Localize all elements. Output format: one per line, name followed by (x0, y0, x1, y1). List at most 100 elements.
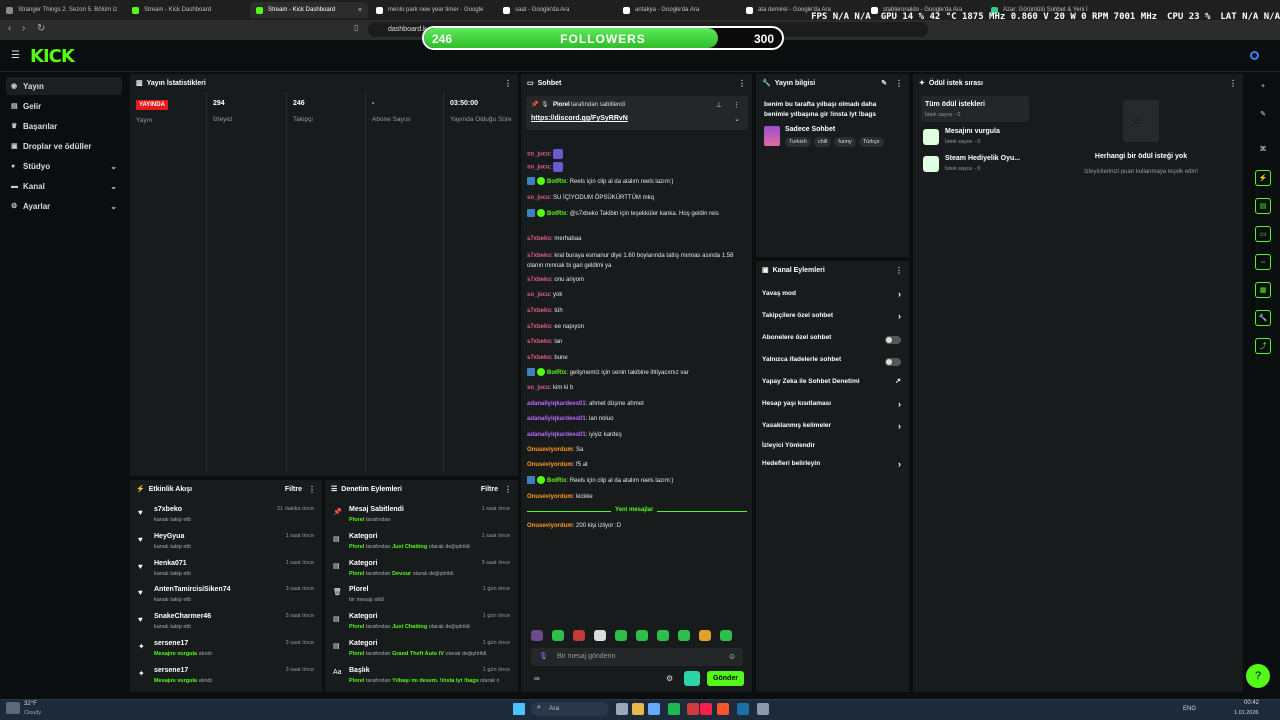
back-icon[interactable]: ‹ (8, 23, 11, 34)
sidebar-item-2[interactable]: ▤ Gelir (6, 97, 122, 115)
chat-message[interactable]: adanaliyiqkardees01: lan noluo (527, 414, 743, 424)
emote-icon[interactable] (720, 630, 732, 641)
emoji-icon[interactable]: ☺ (728, 652, 736, 661)
chat-username[interactable]: s7xbeko (527, 324, 551, 330)
reload-icon[interactable]: ↻ (37, 23, 45, 34)
channel-action-item[interactable]: Yapay Zeka ile Sohbet Denetimi ↗ (762, 378, 903, 392)
moderation-item[interactable]: ▤ Kategori Plorel tarafından Devour olarak… (333, 559, 512, 585)
stream-tag[interactable]: chill (813, 137, 832, 147)
brave-icon[interactable] (717, 703, 729, 715)
file-explorer-icon[interactable] (632, 703, 644, 715)
chevron-right-icon[interactable]: › (898, 399, 901, 409)
chevron-down-icon[interactable]: ⌄ (734, 115, 740, 123)
browser-tab[interactable]: Stream - Kick Dashboard (126, 2, 246, 18)
channel-action-item[interactable]: İzleyici Yönlendir (762, 442, 903, 456)
browser-icon[interactable] (687, 703, 699, 715)
chat-username[interactable]: s7xbeko (527, 308, 551, 314)
stream-tag[interactable]: Turkish (785, 137, 811, 147)
emote-icon[interactable] (552, 630, 564, 641)
emote-icon[interactable] (657, 630, 669, 641)
chat-message[interactable]: Onuseviyordum: Sa (527, 445, 743, 455)
browser-tab[interactable]: saat - Google'da Ara (497, 2, 613, 18)
all-rewards-item[interactable]: Tüm ödül istekleri İstek sayısı - 0 (921, 96, 1029, 122)
steam-icon[interactable] (737, 703, 749, 715)
sidebar-item-3[interactable]: ♛ Başarılar (6, 117, 122, 135)
chat-username[interactable]: BotRix (547, 370, 566, 376)
chat-message-last[interactable]: Onuseviyordum: 200 kişi izliyor :D (527, 521, 743, 531)
activity-username[interactable]: Henka071 (154, 560, 187, 567)
sidebar-item-4[interactable]: ▣ Droplar ve ödüller (6, 137, 122, 155)
chat-message[interactable]: s7xbeko: ee napıyon (527, 322, 743, 332)
send-button[interactable]: Gönder (707, 671, 744, 686)
moderation-item[interactable]: 🗑 Plorel bir mesajı sildi 1 gün önce (333, 585, 512, 611)
activity-item[interactable]: ♥ s7xbeko kanalı takip etti 21 dakika önce (138, 505, 316, 531)
chat-username[interactable]: Onuseviyordum (527, 523, 573, 529)
opera-gx-icon[interactable] (700, 703, 712, 715)
rail-bolt-icon[interactable]: ⚡ (1255, 170, 1271, 186)
chat-message[interactable]: Onuseviyordum: f5 at (527, 460, 743, 470)
chat-message[interactable]: s7xbeko: onu ariyom (527, 275, 743, 285)
rail-add-icon[interactable]: + (1255, 79, 1271, 95)
points-icon[interactable]: ∞ (534, 674, 540, 683)
chat-username[interactable]: BotRix (547, 211, 566, 217)
chat-message[interactable]: BotRix: @s7xbeko Takibin için teşekküler… (527, 209, 743, 219)
emote-icon[interactable] (573, 630, 585, 641)
chat-message[interactable]: BotRix: gelişmemiz için senin takibine i… (527, 368, 743, 378)
pinned-menu-icon[interactable]: ⋮ (733, 101, 740, 109)
chat-message[interactable]: so_jucu: SU İÇİYODUM ÖPSÜKÜRTTÜM mkq (527, 193, 743, 203)
external-link-icon[interactable]: ↗ (895, 377, 901, 385)
chat-message[interactable]: so_jucu: yok (527, 290, 743, 300)
moderation-menu-icon[interactable]: ⋮ (504, 485, 512, 494)
chat-message[interactable]: s7xbeko: kral buraya esmanur diye 1.60 b… (527, 251, 743, 271)
activity-item[interactable]: ✦ sersene17 Mesajını vurgula alındı 3 saat … (138, 666, 316, 692)
kick-bot-icon[interactable] (684, 671, 700, 686)
browser-tab[interactable]: Stream - Kick Dashboard × (250, 2, 368, 18)
activity-username[interactable]: AntenTamircisiSiken74 (154, 586, 231, 593)
stats-menu-icon[interactable]: ⋮ (504, 79, 512, 88)
emote-icon[interactable] (615, 630, 627, 641)
chat-username[interactable]: so_jucu (527, 292, 550, 298)
activity-filter-button[interactable]: Filtre (285, 486, 302, 493)
moderator-name[interactable]: Plorel (349, 651, 364, 657)
activity-username[interactable]: s7xbeko (154, 506, 182, 513)
channel-action-item[interactable]: Yavaş mod › (762, 289, 903, 304)
chat-message[interactable]: BotRix: Reels için clip al da atalım ree… (527, 177, 743, 187)
chat-username[interactable]: s7xbeko (527, 236, 551, 242)
chat-message[interactable]: so_jucu: kim ki b (527, 383, 743, 393)
chat-username[interactable]: so_jucu (527, 385, 550, 391)
channel-action-item[interactable]: Takipçilere özel sohbet › (762, 311, 903, 326)
reward-item[interactable]: Steam Hediyelik Oyu... İstek sayısı - 0 (921, 153, 1031, 177)
tab-close-icon[interactable]: × (358, 7, 362, 14)
chat-username[interactable]: Onuseviyordum (527, 462, 573, 468)
chat-username[interactable]: so_jucu (527, 195, 550, 201)
chat-username[interactable]: BotRix (547, 478, 566, 484)
moderation-item[interactable]: 📌 Mesaj Sabitlendi Plorel tarafından 1 saat… (333, 505, 512, 531)
sidebar-item-6[interactable]: ▬ Kanal ⌄ (6, 177, 122, 195)
chat-message[interactable]: so_jucu: (527, 149, 743, 160)
moderator-name[interactable]: Plorel (349, 678, 364, 684)
chevron-right-icon[interactable]: › (898, 421, 901, 431)
reward-menu-icon[interactable]: ⋮ (1229, 79, 1237, 88)
activity-username[interactable]: SnakeCharmer46 (154, 613, 211, 620)
chat-username[interactable]: adanaliyiqkardees01 (527, 432, 586, 438)
toggle-switch[interactable] (885, 336, 901, 344)
stream-info-menu-icon[interactable]: ⋮ (895, 79, 903, 88)
moderator-name[interactable]: Plorel (349, 624, 364, 630)
emote-icon[interactable] (636, 630, 648, 641)
activity-username[interactable]: HeyGyua (154, 533, 184, 540)
activity-item[interactable]: ♥ SnakeCharmer46 kanalı takip etti 3 saat ö… (138, 612, 316, 638)
chat-message[interactable]: s7xbeko: bune (527, 353, 743, 363)
activity-item[interactable]: ♥ AntenTamircisiSiken74 kanalı takip etti 3… (138, 585, 316, 611)
chat-message[interactable]: adanaliyiqkardees01: ahmet düşme ahmet (527, 399, 743, 409)
bookmark-icon[interactable]: ▯ (354, 23, 358, 32)
rail-share-icon[interactable]: ⤴ (1255, 338, 1271, 354)
sidebar-item-1[interactable]: ◉ Yayın (6, 77, 122, 95)
task-view-icon[interactable] (616, 703, 628, 715)
chat-username[interactable]: BotRix (547, 179, 566, 185)
settings-gear-icon[interactable]: ⚙ (666, 674, 673, 683)
chat-message[interactable]: so_jucu: (527, 162, 743, 173)
weather-icon[interactable] (6, 702, 20, 714)
help-fab-icon[interactable]: ? (1246, 664, 1270, 688)
pinned-message[interactable]: 📌 🎙 Plorel tarafından sabitlendi ⊥ ⋮ htt… (526, 96, 748, 130)
chevron-down-icon[interactable]: ⌄ (110, 202, 117, 211)
